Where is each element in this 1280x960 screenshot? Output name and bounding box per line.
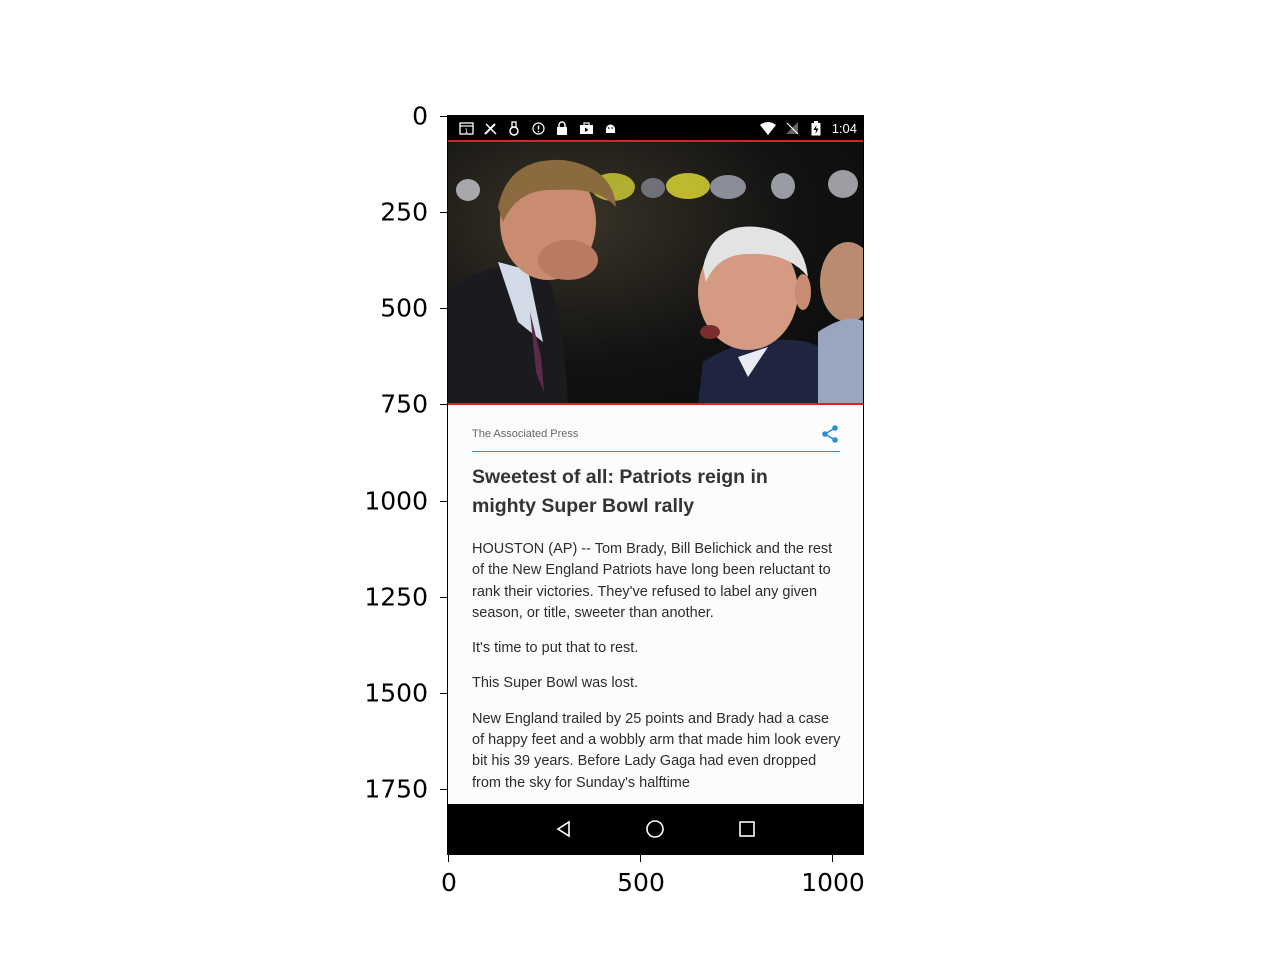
status-left-icons: 1	[458, 120, 618, 136]
y-tick-label: 750	[380, 389, 428, 419]
share-icon[interactable]	[820, 424, 840, 444]
back-icon[interactable]	[552, 817, 576, 841]
y-tick-label: 1500	[364, 678, 428, 708]
status-time: 1:04	[831, 120, 857, 136]
article-paragraph: New England trailed by 25 points and Bra…	[472, 710, 841, 791]
x-tick-mark	[832, 855, 833, 862]
hero-photo	[448, 159, 863, 403]
alert-icon	[530, 120, 546, 136]
x-tick-label: 1000	[801, 868, 865, 897]
y-tick-label: 500	[380, 293, 428, 323]
y-tick-label: 0	[412, 101, 428, 131]
y-tick-mark	[440, 789, 447, 790]
x-tick-mark	[640, 855, 641, 862]
status-right-icons: 1:04	[759, 120, 857, 136]
article-content: The Associated Press Sweetest of all: Pa…	[448, 405, 863, 806]
y-tick-mark	[440, 308, 447, 309]
wifi-icon	[759, 120, 776, 136]
article-paragraph: This Super Bowl was lost.	[472, 675, 639, 692]
y-tick-mark	[440, 597, 447, 598]
y-tick-label: 1750	[364, 774, 428, 804]
svg-text:1: 1	[464, 128, 468, 135]
clipboard-icon	[506, 120, 522, 136]
navigation-bar	[448, 804, 863, 854]
status-bar: 1 1:04	[448, 116, 863, 140]
source-row: The Associated Press	[472, 417, 840, 452]
article-body: HOUSTON (AP) -- Tom Brady, Bill Belichic…	[472, 539, 844, 806]
calendar-icon: 1	[458, 120, 474, 136]
battery-charging-icon	[808, 120, 824, 136]
y-tick-mark	[440, 212, 447, 213]
y-tick-label: 250	[380, 197, 428, 227]
y-tick-mark	[440, 116, 447, 117]
tools-icon	[482, 120, 498, 136]
x-tick-mark	[448, 855, 449, 862]
article-paragraph: HOUSTON (AP) -- Tom Brady, Bill Belichic…	[472, 541, 833, 621]
x-tick-label: 0	[441, 868, 457, 897]
y-tick-label: 1250	[364, 582, 428, 612]
y-tick-mark	[440, 404, 447, 405]
x-tick-label: 500	[617, 868, 665, 897]
lock-icon	[554, 120, 570, 136]
y-tick-mark	[440, 501, 447, 502]
android-icon	[602, 120, 618, 136]
article-paragraph: It's time to put that to rest.	[472, 640, 639, 657]
no-signal-icon	[784, 120, 800, 136]
home-icon[interactable]	[643, 817, 667, 841]
recents-icon[interactable]	[735, 817, 759, 841]
article-hero-image[interactable]	[448, 140, 863, 405]
article-headline: Sweetest of all: Patriots reign in might…	[472, 466, 768, 517]
briefcase-icon	[578, 120, 594, 136]
y-tick-label: 1000	[364, 486, 428, 516]
phone-screen: 1 1:04 The Associated Press Sweetest of …	[447, 115, 864, 855]
y-tick-mark	[440, 693, 447, 694]
article-source: The Associated Press	[472, 428, 579, 440]
